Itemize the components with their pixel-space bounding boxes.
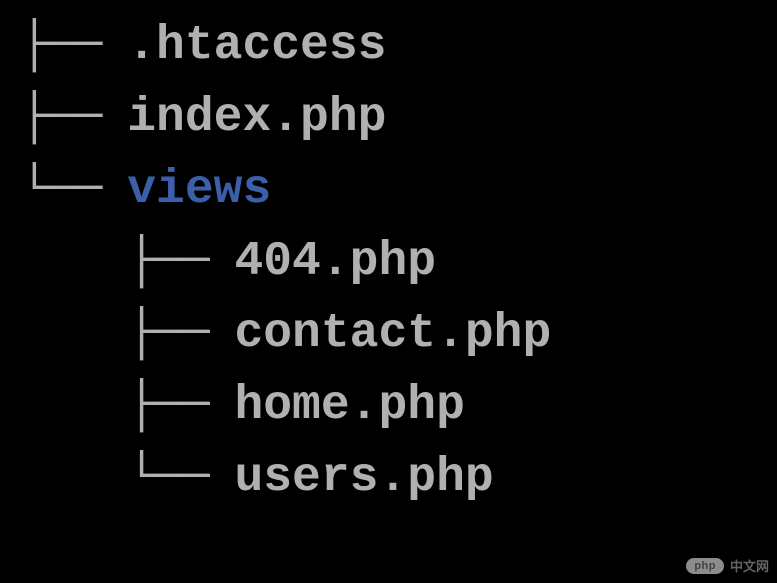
- file-name: home.php: [234, 370, 464, 442]
- file-name: contact.php: [234, 298, 551, 370]
- watermark-text: 中文网: [730, 556, 769, 575]
- tree-connector: ├──: [20, 82, 127, 154]
- file-name: 404.php: [234, 226, 436, 298]
- watermark: php 中文网: [686, 556, 769, 575]
- tree-connector: ├──: [20, 10, 127, 82]
- file-name: .htaccess: [127, 10, 386, 82]
- tree-connector: ├──: [20, 298, 234, 370]
- file-name: index.php: [127, 82, 386, 154]
- tree-connector: ├──: [20, 226, 234, 298]
- tree-row: ├── index.php: [20, 82, 777, 154]
- tree-row: ├── contact.php: [20, 298, 777, 370]
- tree-row: ├── 404.php: [20, 226, 777, 298]
- tree-connector: └──: [20, 154, 127, 226]
- file-name: users.php: [234, 442, 493, 514]
- tree-connector: ├──: [20, 370, 234, 442]
- tree-connector: └──: [20, 442, 234, 514]
- directory-name: views: [127, 154, 271, 226]
- tree-row: └── views: [20, 154, 777, 226]
- watermark-badge: php: [686, 558, 724, 574]
- directory-tree: ├── .htaccess ├── index.php └── views ├─…: [0, 0, 777, 514]
- tree-row: ├── home.php: [20, 370, 777, 442]
- tree-row: ├── .htaccess: [20, 10, 777, 82]
- tree-row: └── users.php: [20, 442, 777, 514]
